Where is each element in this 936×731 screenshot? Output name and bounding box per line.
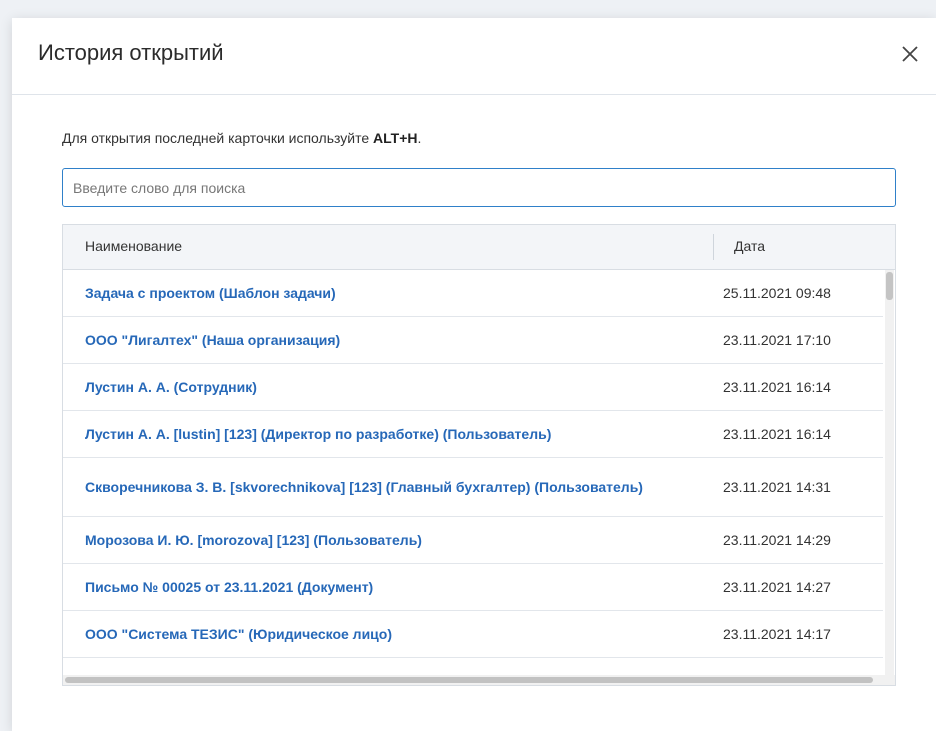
row-name-link[interactable]: Скворечникова З. В. [skvorechnikova] [12… [63,477,723,497]
table-body: Задача с проектом (Шаблон задачи) 25.11.… [63,270,883,658]
dialog-header: История открытий [12,18,936,95]
shortcut-hint: Для открытия последней карточки использу… [62,130,421,146]
hint-shortcut: ALT+H [373,130,418,146]
table-row[interactable]: Лустин А. А. (Сотрудник) 23.11.2021 16:1… [63,364,883,411]
row-date: 23.11.2021 14:17 [723,626,831,642]
table-row[interactable]: Письмо № 00025 от 23.11.2021 (Документ) … [63,564,883,611]
close-button[interactable] [898,42,922,66]
vertical-scrollbar[interactable] [885,270,894,675]
search-input[interactable] [63,169,895,206]
table-row[interactable]: Морозова И. Ю. [morozova] [123] (Пользов… [63,517,883,564]
row-name-link[interactable]: Задача с проектом (Шаблон задачи) [63,283,723,303]
row-date: 23.11.2021 16:14 [723,426,831,442]
column-header-date[interactable]: Дата [734,238,765,254]
row-date: 23.11.2021 17:10 [723,332,831,348]
row-date: 25.11.2021 09:48 [723,285,831,301]
close-icon [902,46,918,62]
hint-suffix: . [417,130,422,146]
vertical-scrollbar-thumb[interactable] [886,272,893,300]
search-field[interactable] [62,168,896,207]
row-name-link[interactable]: Лустин А. А. (Сотрудник) [63,377,723,397]
history-table: Наименование Дата Задача с проектом (Шаб… [62,224,896,686]
horizontal-scrollbar-thumb[interactable] [65,677,873,683]
table-row[interactable]: ООО "Система ТЕЗИС" (Юридическое лицо) 2… [63,611,883,658]
row-date: 23.11.2021 14:31 [723,479,831,495]
table-row[interactable]: Лустин А. А. [lustin] [123] (Директор по… [63,411,883,458]
row-date: 23.11.2021 14:27 [723,579,831,595]
table-row[interactable]: Скворечникова З. В. [skvorechnikova] [12… [63,458,883,517]
dialog-title: История открытий [38,40,224,65]
row-name-link[interactable]: Лустин А. А. [lustin] [123] (Директор по… [63,424,723,444]
column-header-name[interactable]: Наименование [85,238,182,254]
horizontal-scrollbar[interactable] [63,675,895,685]
table-row[interactable]: Задача с проектом (Шаблон задачи) 25.11.… [63,270,883,317]
hint-prefix: Для открытия последней карточки использу… [62,130,374,146]
table-header: Наименование Дата [63,225,895,270]
row-date: 23.11.2021 16:14 [723,379,831,395]
column-divider[interactable] [713,234,714,260]
row-name-link[interactable]: ООО "Лигалтех" (Наша организация) [63,330,723,350]
row-name-link[interactable]: ООО "Система ТЕЗИС" (Юридическое лицо) [63,624,723,644]
table-row[interactable]: ООО "Лигалтех" (Наша организация) 23.11.… [63,317,883,364]
row-date: 23.11.2021 14:29 [723,532,831,548]
row-name-link[interactable]: Морозова И. Ю. [morozova] [123] (Пользов… [63,530,723,550]
history-dialog: История открытий Для открытия последней … [12,18,936,731]
row-name-link[interactable]: Письмо № 00025 от 23.11.2021 (Документ) [63,577,723,597]
